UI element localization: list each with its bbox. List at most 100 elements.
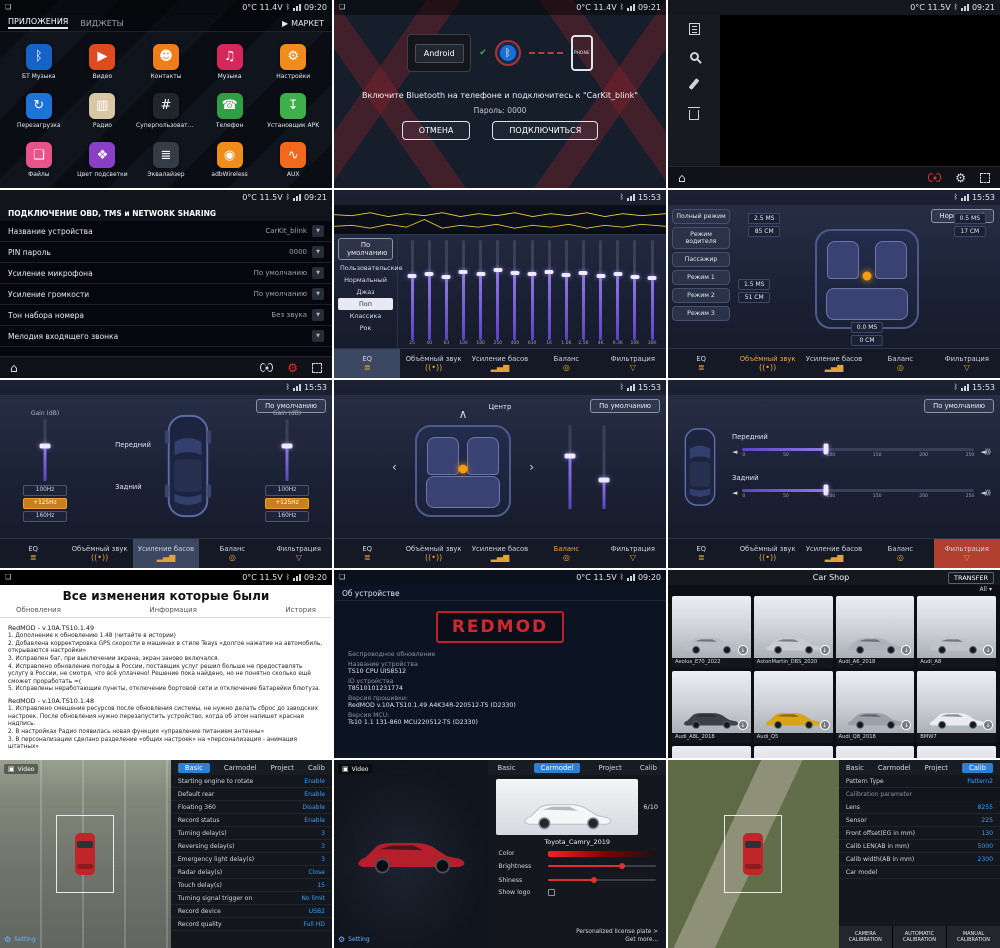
changelog-tab[interactable]: История: [285, 606, 316, 614]
balance-point[interactable]: [459, 464, 468, 473]
settings-gear-button[interactable]: ⚙: [955, 172, 966, 184]
tab-calib[interactable]: Calib: [640, 764, 657, 772]
frequency-button[interactable]: +125Hz: [265, 498, 309, 509]
trash-icon[interactable]: [689, 110, 699, 120]
video-source-button[interactable]: ▣Video: [4, 764, 38, 774]
color-gradient-bar[interactable]: [548, 851, 656, 857]
tab-surround-sound[interactable]: Объёмный звук((•)): [400, 539, 466, 568]
calibration-button[interactable]: MANUAL CALIBRATION: [947, 926, 1000, 948]
download-icon[interactable]: ↓: [983, 645, 993, 655]
setting-row[interactable]: Усиление микрофона По умолчанию ▼: [0, 263, 332, 284]
car-item[interactable]: ↓ Audi_A6_2018: [836, 596, 915, 668]
mode-button[interactable]: Режим 1: [672, 270, 730, 285]
tab-filter[interactable]: Фильтрация▽: [266, 539, 332, 568]
app-item[interactable]: ❏ Файлы: [8, 137, 70, 184]
setting-row[interactable]: Turning delay(s) 3: [171, 827, 332, 840]
tab-widgets[interactable]: ВИДЖЕТЫ: [80, 19, 123, 28]
shiness-slider[interactable]: [548, 875, 656, 885]
cabin-seats-graphic[interactable]: [415, 425, 511, 517]
app-item[interactable]: ∿ AUX: [262, 137, 324, 184]
eq-band-slider[interactable]: 400: [507, 240, 523, 346]
hotspot-icon[interactable]: [928, 172, 941, 183]
tab-calib[interactable]: Calib: [308, 764, 325, 772]
eq-band-slider[interactable]: 6.3K: [610, 240, 626, 346]
home-button[interactable]: ⌂: [678, 172, 686, 184]
eq-band-slider[interactable]: 63: [438, 240, 454, 346]
car-item[interactable]: ↓ Audi_A8: [917, 596, 996, 668]
frequency-button[interactable]: 100Hz: [23, 485, 67, 496]
tab-surround-sound[interactable]: Объёмный звук((•)): [400, 349, 466, 378]
setting-row[interactable]: Мелодия входящего звонка ▼: [0, 326, 332, 347]
setting-button[interactable]: ⚙Setting: [338, 935, 370, 944]
tab-project[interactable]: Project: [271, 764, 294, 772]
get-more-link[interactable]: Get more...: [625, 937, 658, 943]
param-row[interactable]: Sensor 225: [839, 814, 1000, 827]
rear-gain-slider[interactable]: [279, 419, 295, 481]
preset-item[interactable]: Джаз: [338, 286, 393, 298]
home-button[interactable]: ⌂: [10, 362, 18, 374]
chevron-left-icon[interactable]: ‹: [392, 461, 397, 473]
rear-filter-slider[interactable]: 050100150200250: [742, 485, 974, 501]
show-logo-option[interactable]: Show logo: [488, 887, 666, 898]
tab-project[interactable]: Project: [598, 764, 621, 772]
app-item[interactable]: ◉ adbWireless: [199, 137, 261, 184]
hotspot-icon[interactable]: [260, 362, 273, 373]
default-button[interactable]: По умолчанию: [256, 399, 326, 413]
param-row[interactable]: Lens 8255: [839, 801, 1000, 814]
video-source-button[interactable]: ▣Video: [338, 764, 372, 774]
search-icon[interactable]: [690, 52, 699, 61]
setting-row[interactable]: Record status Enable: [171, 814, 332, 827]
tab-filter[interactable]: Фильтрация▽: [600, 349, 666, 378]
changelog-tab[interactable]: Обновления: [16, 606, 61, 614]
car-item[interactable]: ↓ Aeolus_E70_2022: [672, 596, 751, 668]
shiness-option[interactable]: Shiness: [488, 873, 666, 887]
frequency-button[interactable]: 100Hz: [265, 485, 309, 496]
tab-bass-boost[interactable]: Усиление басов▂▄▆: [801, 539, 867, 568]
car-item[interactable]: ↓ Audi_A8L_2018: [672, 671, 751, 743]
tab-eq[interactable]: EQ≣: [334, 349, 400, 378]
settings-gear-button[interactable]: ⚙: [287, 362, 298, 374]
eq-band-slider[interactable]: 1K: [541, 240, 557, 346]
download-icon[interactable]: ↓: [983, 720, 993, 730]
cabin-seats-graphic[interactable]: [815, 229, 919, 329]
preset-item[interactable]: Нормальный: [338, 274, 393, 286]
filter-dropdown[interactable]: All▾: [668, 585, 1000, 594]
eq-band-slider[interactable]: 25: [404, 240, 420, 346]
tab-eq[interactable]: EQ≣: [0, 539, 66, 568]
tab-project[interactable]: Project: [925, 764, 948, 772]
balance-slider-2[interactable]: [596, 425, 612, 509]
tab-bass-boost[interactable]: Усиление басов▂▄▆: [467, 349, 533, 378]
dropdown-button[interactable]: ▼: [312, 267, 324, 279]
tab-bass-boost[interactable]: Усиление басов▂▄▆: [801, 349, 867, 378]
setting-row[interactable]: Turning signal trigger on No limit: [171, 892, 332, 905]
app-item[interactable]: ↧ Установщик APK: [262, 87, 324, 134]
show-logo-checkbox[interactable]: [548, 889, 555, 896]
connect-button[interactable]: ПОДКЛЮЧИТЬСЯ: [492, 121, 598, 140]
tab-bass-boost[interactable]: Усиление басов▂▄▆: [467, 539, 533, 568]
notes-icon[interactable]: [689, 23, 700, 35]
setting-row[interactable]: Reversing delay(s) 3: [171, 840, 332, 853]
tab-balance[interactable]: Баланс◎: [867, 349, 933, 378]
calibration-button[interactable]: AUTOMATIC CALIBRATION: [893, 926, 946, 948]
eq-band-slider[interactable]: 2.5K: [575, 240, 591, 346]
car-item[interactable]: ↓ BMW7: [917, 671, 996, 743]
download-icon[interactable]: ↓: [738, 645, 748, 655]
brightness-slider[interactable]: [548, 861, 656, 871]
tab-eq[interactable]: EQ≣: [668, 539, 734, 568]
listening-point[interactable]: [863, 272, 872, 281]
eq-band-slider[interactable]: 16K: [644, 240, 660, 346]
download-icon[interactable]: ↓: [901, 720, 911, 730]
mode-button[interactable]: Полный режим: [672, 209, 730, 224]
app-item[interactable]: ▥ Радио: [72, 87, 134, 134]
transfer-button[interactable]: TRANSFER: [948, 572, 994, 584]
tab-surround-sound[interactable]: Объёмный звук((•)): [734, 349, 800, 378]
setting-row[interactable]: Record quality Full HD: [171, 918, 332, 931]
setting-row[interactable]: Тон набора номера Без звука ▼: [0, 305, 332, 326]
tab-calib[interactable]: Calib: [962, 763, 993, 773]
eq-band-slider[interactable]: 10K: [627, 240, 643, 346]
download-icon[interactable]: ↓: [901, 645, 911, 655]
eq-band-slider[interactable]: 1.6K: [558, 240, 574, 346]
app-item[interactable]: ≣ Эквалайзер: [135, 137, 197, 184]
tab-filter[interactable]: Фильтрация▽: [934, 349, 1000, 378]
tab-filter[interactable]: Фильтрация▽: [934, 539, 1000, 568]
